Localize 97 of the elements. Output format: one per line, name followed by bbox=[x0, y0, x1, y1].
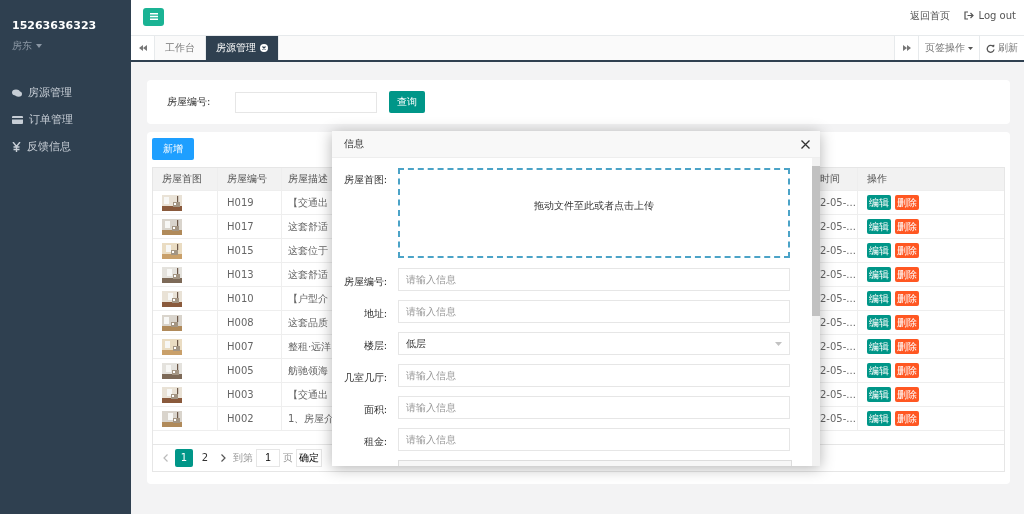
caret-icon bbox=[968, 46, 973, 50]
delete-button[interactable]: 删除 bbox=[895, 195, 919, 210]
edit-button[interactable]: 编辑 bbox=[867, 339, 891, 354]
column-header: 操作 bbox=[866, 172, 888, 186]
add-button[interactable]: 新增 bbox=[152, 138, 194, 160]
field-label: 房屋首图: bbox=[342, 173, 387, 187]
refresh-icon bbox=[986, 43, 995, 53]
table-cell-text: 舫驰领海 bbox=[287, 363, 329, 378]
edit-button[interactable]: 编辑 bbox=[867, 267, 891, 282]
input-field[interactable]: 请输入信息 bbox=[398, 268, 790, 291]
nav-item[interactable]: 订单管理 bbox=[0, 106, 85, 133]
scrollbar[interactable] bbox=[812, 158, 820, 466]
page-unit-label: 页 bbox=[283, 450, 293, 465]
table-cell-text: 【交通出 bbox=[287, 195, 329, 210]
page-button[interactable]: 2 bbox=[196, 448, 214, 467]
edit-button[interactable]: 编辑 bbox=[867, 219, 891, 234]
table-cell: H003 bbox=[218, 383, 282, 406]
logout-icon bbox=[963, 11, 974, 20]
table-cell: H002 bbox=[218, 407, 282, 430]
table-cell-text: 【交通出 bbox=[287, 387, 329, 402]
edit-button[interactable]: 编辑 bbox=[867, 411, 891, 426]
table-cell: H010 bbox=[218, 287, 282, 310]
upload-drop-zone[interactable]: 拖动文件至此或者点击上传 bbox=[398, 168, 790, 258]
delete-button[interactable]: 删除 bbox=[895, 387, 919, 402]
menu-button[interactable] bbox=[143, 7, 164, 26]
tab-tool-button[interactable]: 刷新 bbox=[979, 36, 1024, 60]
dialog-title: 信息 bbox=[344, 137, 364, 151]
delete-button[interactable]: 删除 bbox=[895, 363, 919, 378]
delete-button[interactable]: 删除 bbox=[895, 243, 919, 258]
double-right-icon bbox=[902, 45, 911, 51]
table-cell: H017 bbox=[218, 215, 282, 238]
table-cell-text: 整租·远洋 bbox=[287, 339, 333, 354]
search-field[interactable] bbox=[235, 91, 377, 113]
delete-button[interactable]: 删除 bbox=[895, 411, 919, 426]
table-cell-text: 这套舒适 bbox=[287, 267, 329, 282]
table-cell: H013 bbox=[218, 263, 282, 286]
search-button[interactable]: 查询 bbox=[389, 91, 425, 113]
table-cell: H015 bbox=[218, 239, 282, 262]
edit-button[interactable]: 编辑 bbox=[867, 291, 891, 306]
caret-icon bbox=[775, 341, 782, 346]
column-header: 房屋首图 bbox=[153, 168, 218, 190]
header-link[interactable]: Log out bbox=[963, 10, 1016, 21]
field-label: 几室几厅: bbox=[342, 371, 387, 385]
edit-button[interactable]: 编辑 bbox=[867, 243, 891, 258]
double-left-icon bbox=[138, 45, 147, 51]
field-label: 房屋编号: bbox=[342, 275, 387, 289]
chevron-right-icon bbox=[221, 453, 226, 462]
nav-item[interactable]: 反馈信息 bbox=[0, 133, 83, 160]
table-cell: H005 bbox=[218, 359, 282, 382]
field-label: 地址: bbox=[362, 307, 387, 321]
field-label: 房屋编号: bbox=[167, 95, 212, 109]
edit-button[interactable]: 编辑 bbox=[867, 363, 891, 378]
confirm-button[interactable]: 确定 bbox=[296, 448, 322, 467]
comments-icon bbox=[12, 88, 22, 97]
column-header: 房屋编号 bbox=[218, 168, 282, 190]
table-cell: H007 bbox=[218, 335, 282, 358]
delete-button[interactable]: 删除 bbox=[895, 291, 919, 306]
goto-label: 到第 bbox=[233, 450, 253, 465]
user-phone: 15263636323 bbox=[12, 19, 97, 32]
select-field[interactable]: 低层 bbox=[398, 332, 790, 355]
delete-button[interactable]: 删除 bbox=[895, 219, 919, 234]
scroll-right-button[interactable] bbox=[894, 36, 918, 60]
edit-button[interactable]: 编辑 bbox=[867, 195, 891, 210]
header-link[interactable]: 返回首页 bbox=[909, 8, 950, 23]
menu-icon bbox=[149, 13, 158, 20]
credit-card-icon bbox=[12, 115, 23, 124]
caret-icon bbox=[36, 44, 42, 48]
input-field[interactable]: 请输入信息 bbox=[398, 364, 790, 387]
scroll-left-button[interactable] bbox=[131, 36, 155, 60]
page-tab[interactable]: 房源管理 bbox=[206, 36, 279, 60]
edit-button[interactable]: 编辑 bbox=[867, 387, 891, 402]
field-label: 面积: bbox=[362, 403, 387, 417]
input-field[interactable]: 请输入信息 bbox=[398, 396, 790, 419]
delete-button[interactable]: 删除 bbox=[895, 267, 919, 282]
page-button[interactable]: 1 bbox=[175, 448, 193, 467]
input-field[interactable]: 请输入信息 bbox=[398, 300, 790, 323]
table-cell-text: 这套位于 bbox=[287, 243, 329, 258]
yen-icon bbox=[12, 141, 21, 152]
input-field[interactable]: 请输入信息 bbox=[398, 428, 790, 451]
close-button[interactable] bbox=[801, 139, 810, 149]
table-cell-text: 这套品质 bbox=[287, 315, 329, 330]
nav-item[interactable]: 房源管理 bbox=[0, 79, 84, 106]
tab-tool-button[interactable]: 页签操作 bbox=[918, 36, 979, 60]
page-number-field[interactable]: 1 bbox=[256, 448, 280, 467]
column-header: 房屋描述 bbox=[287, 172, 329, 186]
table-cell: H019 bbox=[218, 191, 282, 214]
table-cell: H008 bbox=[218, 311, 282, 334]
close-icon bbox=[801, 139, 810, 149]
field-label: 租金: bbox=[362, 435, 387, 449]
table-cell-text: 【户型介 bbox=[287, 291, 329, 306]
edit-button[interactable]: 编辑 bbox=[867, 315, 891, 330]
delete-button[interactable]: 删除 bbox=[895, 315, 919, 330]
table-cell-text: 这套舒适 bbox=[287, 219, 329, 234]
delete-button[interactable]: 删除 bbox=[895, 339, 919, 354]
field-label: 楼层: bbox=[362, 339, 387, 353]
chevron-left-icon bbox=[163, 453, 168, 462]
role-dropdown[interactable]: 房东 bbox=[12, 39, 42, 53]
